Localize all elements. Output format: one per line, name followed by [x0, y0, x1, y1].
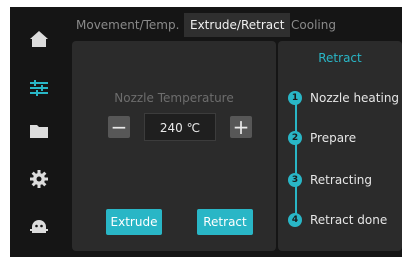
step-number-badge: 4: [288, 213, 302, 227]
step-item-nozzle-heating: 1 Nozzle heating: [288, 90, 399, 106]
tab-movement-temp[interactable]: Movement/Temp.: [76, 13, 179, 37]
nozzle-temperature-value[interactable]: 240 ℃: [144, 113, 216, 141]
home-icon: [30, 31, 48, 47]
sidebar-item-settings[interactable]: [28, 168, 50, 190]
steps-connector-line: [295, 92, 297, 216]
gear-icon: [30, 170, 48, 188]
step-item-retract-done: 4 Retract done: [288, 212, 387, 228]
sidebar: [10, 7, 66, 257]
folder-icon: [30, 125, 48, 138]
settings-sliders-icon: [30, 80, 48, 96]
step-number-badge: 1: [288, 91, 302, 105]
retract-button[interactable]: Retract: [197, 209, 253, 235]
sidebar-item-device[interactable]: [28, 216, 50, 238]
step-label: Prepare: [310, 131, 357, 145]
step-item-retracting: 3 Retracting: [288, 172, 372, 188]
extrude-button[interactable]: Extrude: [106, 209, 162, 235]
nozzle-temperature-label: Nozzle Temperature: [114, 91, 234, 105]
retract-panel-title: Retract: [318, 51, 362, 65]
sidebar-item-files[interactable]: [28, 120, 50, 142]
tab-extrude-retract[interactable]: Extrude/Retract: [184, 13, 291, 37]
retract-steps-panel: Retract 1 Nozzle heating 2 Prepare 3 Ret…: [278, 41, 402, 251]
increase-temperature-button[interactable]: +: [230, 116, 252, 138]
step-label: Retract done: [310, 213, 388, 227]
step-item-prepare: 2 Prepare: [288, 130, 356, 146]
sidebar-item-home[interactable]: [28, 28, 50, 50]
step-number-badge: 3: [288, 173, 302, 187]
tab-cooling[interactable]: Cooling: [291, 13, 336, 37]
sidebar-item-controls[interactable]: [28, 77, 50, 99]
robot-icon: [30, 220, 48, 233]
printer-screen: Movement/Temp. Extrude/Retract Cooling N…: [10, 7, 402, 257]
step-label: Retracting: [310, 173, 373, 187]
step-number-badge: 2: [288, 131, 302, 145]
extrude-panel: Nozzle Temperature − 240 ℃ + Extrude Ret…: [72, 41, 276, 251]
decrease-temperature-button[interactable]: −: [108, 116, 130, 138]
step-label: Nozzle heating: [310, 91, 400, 105]
